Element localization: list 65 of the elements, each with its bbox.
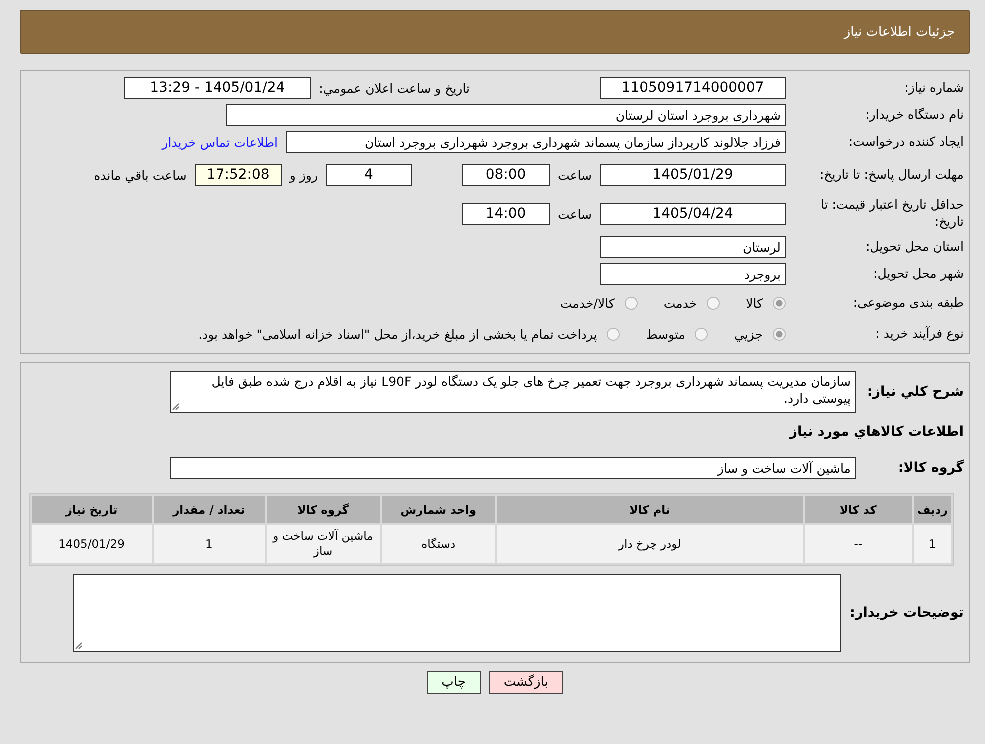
- table-cell: 1405/01/29: [32, 525, 152, 563]
- radio-button[interactable]: [624, 296, 638, 310]
- column-header: ردیف: [914, 496, 951, 523]
- field-label: طبقه بندی موضوعی:: [852, 294, 964, 312]
- column-header: واحد شمارش: [382, 496, 496, 523]
- radio-button[interactable]: [607, 328, 620, 340]
- text-field[interactable]: 1405/01/24 - 13:29: [124, 77, 312, 99]
- text-field[interactable]: لرستان: [600, 236, 786, 258]
- field-label: نوع فرآیند خرید :: [874, 326, 964, 342]
- field-label: ساعت: [558, 206, 592, 222]
- field-label: خدمت: [664, 296, 698, 310]
- column-header: نام کالا: [497, 496, 802, 523]
- print-button[interactable]: چاپ: [426, 671, 481, 694]
- field-label: متوسط: [646, 326, 686, 342]
- resize-grip-icon: [75, 642, 83, 650]
- field-label: تاریخ و ساعت اعلان عمومي:: [319, 80, 470, 96]
- field-label: ساعت: [558, 168, 592, 182]
- resize-grip-icon: [172, 403, 180, 411]
- text-field[interactable]: 08:00: [462, 164, 550, 186]
- field-label: جزيي: [734, 326, 763, 342]
- text-field[interactable]: ماشین آلات ساخت و ساز: [170, 457, 856, 479]
- field-label: کالا/خدمت: [560, 296, 615, 310]
- text-field[interactable]: 14:00: [462, 203, 550, 225]
- text-field[interactable]: 17:52:08: [194, 164, 282, 186]
- table-cell: 1: [914, 525, 951, 563]
- field-label: شماره نیاز:: [904, 80, 964, 96]
- field-label: روز و: [290, 168, 318, 182]
- radio-button[interactable]: [707, 296, 720, 310]
- column-header: تاریخ نیاز: [32, 496, 152, 523]
- description-field[interactable]: سازمان مدیریت پسماند شهرداری بروجرد جهت تعمیر چرخ های جلو یک دستگاه لودر L90F نیاز به اقلام درج شده طبق فایل پیوستی دارد.: [170, 371, 856, 413]
- field-label: حداقل تاریخ اعتبار قیمت: تا تاریخ:: [820, 197, 964, 231]
- section-heading: اطلاعات کالاهاي مورد نیاز: [790, 424, 964, 440]
- field-label: ساعت باقي مانده: [94, 168, 187, 182]
- page-title-bar: جزئیات اطلاعات نیاز: [20, 10, 970, 54]
- field-label: توضیحات خریدار:: [849, 604, 964, 622]
- table-cell: --: [804, 525, 912, 563]
- table-cell: دستگاه: [382, 525, 496, 563]
- field-label: ایجاد کننده درخواست:: [848, 134, 964, 150]
- field-label: شهر محل تحویل:: [872, 266, 964, 282]
- column-header: کد کالا: [804, 496, 912, 523]
- table-cell: ماشین آلات ساخت و ساز: [266, 525, 380, 563]
- field-label: کالا: [746, 296, 763, 310]
- field-label: مهلت ارسال پاسخ: تا تاریخ:: [818, 166, 964, 184]
- back-button[interactable]: بازگشت: [488, 671, 564, 694]
- text-field[interactable]: 1405/04/24: [600, 203, 786, 225]
- table-cell: لودر چرخ دار: [497, 525, 802, 563]
- text-field[interactable]: 4: [326, 164, 412, 186]
- notes-field[interactable]: [73, 574, 841, 652]
- text-field[interactable]: 1405/01/29: [600, 164, 786, 186]
- text-field[interactable]: 1105091714000007: [600, 77, 786, 99]
- radio-button[interactable]: [695, 328, 708, 340]
- text-field[interactable]: بروجرد: [600, 263, 786, 285]
- radio-button[interactable]: [773, 296, 786, 310]
- field-label: استان محل تحویل:: [864, 238, 964, 256]
- field-label: پرداخت تمام یا بخشی از مبلغ خرید،از محل "اسناد خزانه اسلامی" خواهد بود.: [198, 326, 598, 342]
- column-header: تعداد / مقدار: [154, 496, 265, 523]
- field-label: شرح کلي نیاز:: [866, 382, 964, 402]
- radio-button[interactable]: [773, 328, 786, 340]
- column-header: گروه کالا: [266, 496, 380, 523]
- text-field[interactable]: فرزاد جلالوند کارپرداز سازمان پسماند شهرداری بروجرد شهرداری بروجرد استان: [286, 131, 786, 153]
- field-label: گروه کالا:: [897, 458, 964, 478]
- text-field[interactable]: شهرداری بروجرد استان لرستان: [226, 104, 786, 126]
- contact-link[interactable]: اطلاعات تماس خریدار: [162, 134, 278, 150]
- field-label: نام دستگاه خریدار:: [864, 106, 964, 124]
- table-cell: 1: [154, 525, 265, 563]
